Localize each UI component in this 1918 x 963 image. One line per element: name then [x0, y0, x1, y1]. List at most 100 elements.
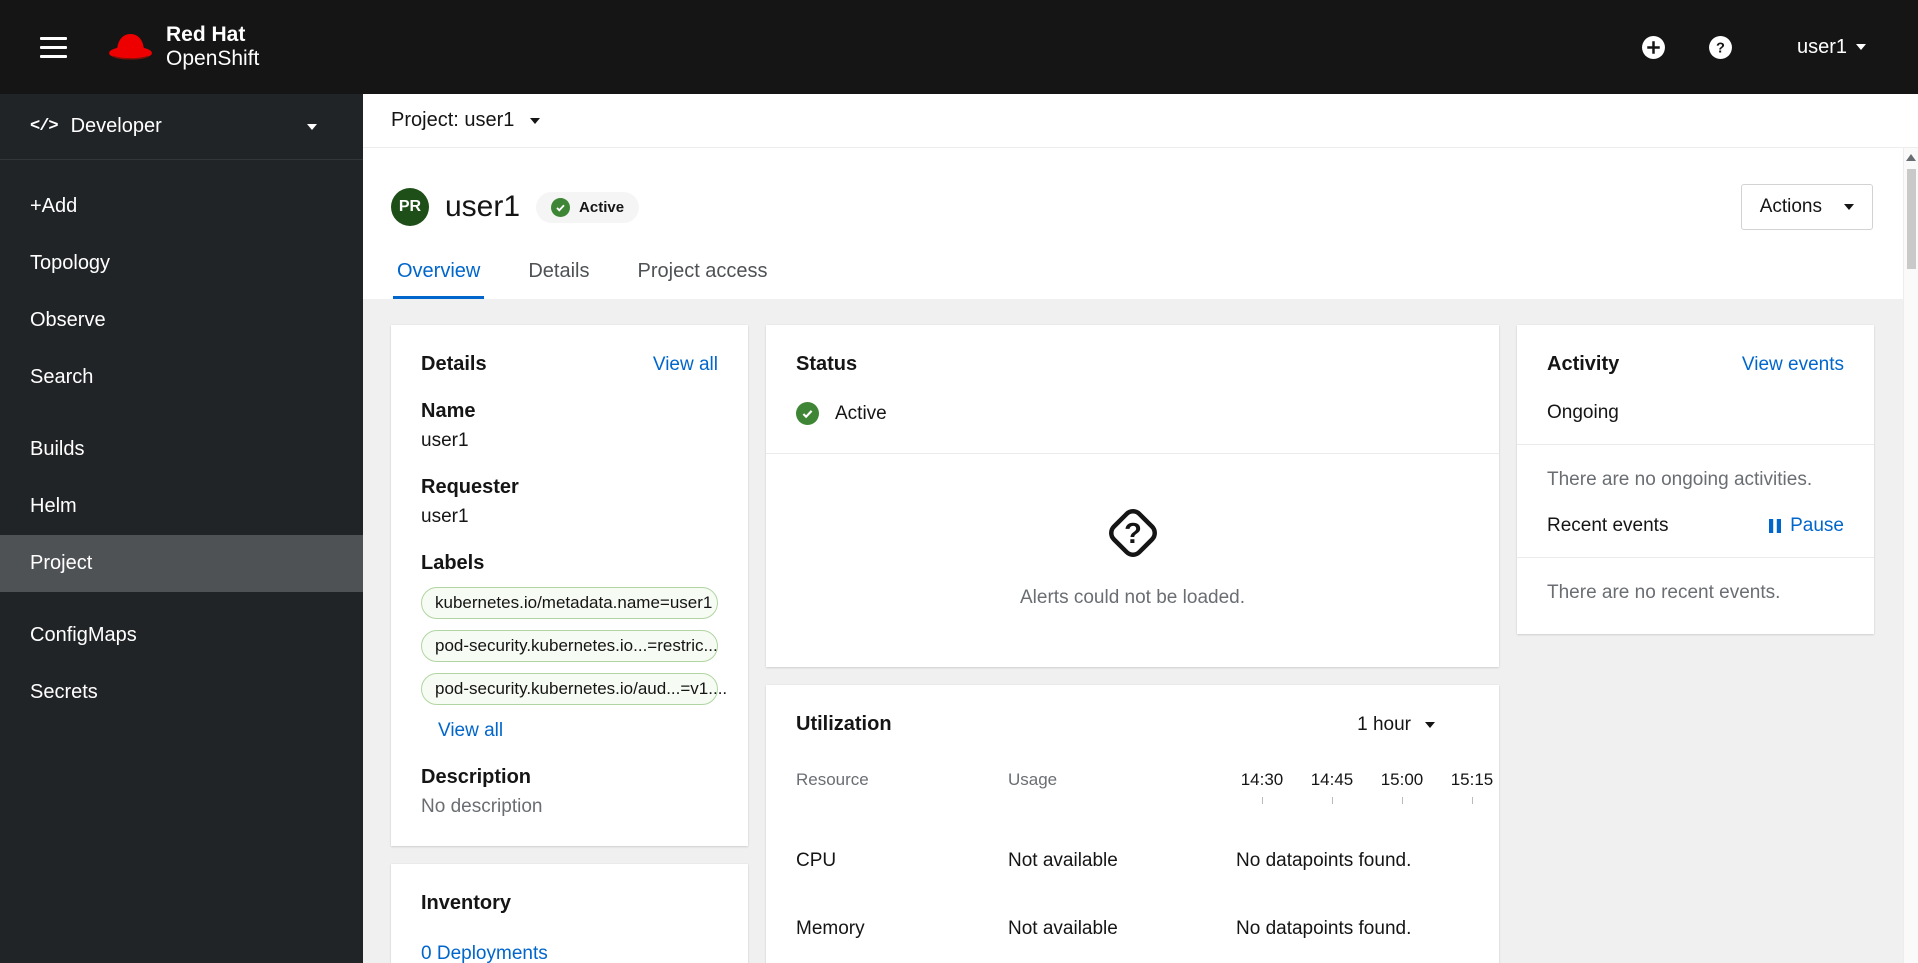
- utilization-row-memory: Memory Not available No datapoints found…: [796, 918, 1469, 940]
- status-badge: Active: [536, 191, 640, 223]
- caret-down-icon: [307, 123, 317, 130]
- actions-dropdown[interactable]: Actions: [1740, 184, 1873, 230]
- caret-down-icon: [530, 117, 541, 124]
- alerts-empty-state: ? Alerts could not be loaded.: [766, 454, 1499, 667]
- masthead-utilities: ? user1: [1641, 35, 1866, 60]
- perspective-switcher[interactable]: </> Developer: [0, 94, 363, 160]
- time-tick: 15:00: [1376, 770, 1428, 804]
- overview-content: Details View all Name user1 Requester us…: [363, 299, 1903, 963]
- caret-down-icon: [1425, 721, 1435, 728]
- time-tick: 14:45: [1306, 770, 1358, 804]
- column-right: Activity View events Ongoing There are n…: [1517, 325, 1874, 652]
- caret-down-icon: [1844, 204, 1854, 210]
- scrollbar[interactable]: [1903, 148, 1918, 963]
- column-middle: Status Active ? Alerts could not be load…: [766, 325, 1499, 963]
- ongoing-empty-message: There are no ongoing activities.: [1547, 469, 1813, 490]
- label-chip[interactable]: kubernetes.io/metadata.name=user1: [421, 587, 718, 619]
- quick-create-button[interactable]: [1641, 35, 1666, 60]
- utilization-row-cpu: CPU Not available No datapoints found.: [796, 850, 1469, 872]
- resource-datapoints: No datapoints found.: [1236, 850, 1412, 871]
- scroll-up-arrow-icon[interactable]: [1906, 154, 1916, 161]
- details-card-title: Details: [421, 353, 487, 375]
- labels-label: Labels: [421, 552, 485, 574]
- pause-button[interactable]: Pause: [1768, 515, 1844, 537]
- utilization-header-row: Resource Usage 14:30 14:45 15:00 15:15: [796, 770, 1493, 804]
- pause-icon: [1768, 518, 1782, 534]
- recent-events-row: Recent events Pause: [1517, 515, 1874, 537]
- resource-usage: Not available: [1008, 918, 1118, 939]
- resource-name: Memory: [796, 918, 865, 939]
- duration-dropdown-label: 1 hour: [1357, 713, 1411, 735]
- sidebar-item-configmaps[interactable]: ConfigMaps: [0, 607, 363, 664]
- sidebar-nav: +Add Topology Observe Search Builds Helm…: [0, 160, 363, 721]
- menu-toggle-icon[interactable]: [34, 31, 73, 64]
- view-events-link[interactable]: View events: [1742, 354, 1844, 376]
- status-card: Status Active ? Alerts could not be load…: [766, 325, 1499, 667]
- description-value: No description: [421, 796, 543, 817]
- utilization-card: Utilization 1 hour Resource Usage 14:30 …: [766, 685, 1499, 963]
- unknown-status-icon: ?: [1102, 502, 1164, 569]
- time-tick: 15:15: [1446, 770, 1498, 804]
- nav-group-developer: +Add Topology Observe Search: [0, 178, 363, 406]
- resource-usage: Not available: [1008, 850, 1118, 871]
- sidebar-item-builds[interactable]: Builds: [0, 421, 363, 478]
- deployments-link[interactable]: 0 Deployments: [421, 943, 548, 963]
- tab-details[interactable]: Details: [524, 260, 593, 299]
- activity-card: Activity View events Ongoing There are n…: [1517, 325, 1874, 634]
- tab-overview[interactable]: Overview: [393, 260, 484, 299]
- tab-bar: Overview Details Project access: [363, 230, 1903, 299]
- recent-empty-message: There are no recent events.: [1547, 582, 1781, 603]
- sidebar-item-search[interactable]: Search: [0, 349, 363, 406]
- check-circle-icon: [551, 197, 571, 217]
- alerts-empty-message: Alerts could not be loaded.: [1020, 587, 1245, 608]
- label-chip[interactable]: pod-security.kubernetes.io...=restric...: [421, 630, 718, 662]
- question-circle-icon: ?: [1708, 35, 1733, 60]
- caret-down-icon: [1856, 44, 1866, 50]
- project-selector-label: Project: user1: [391, 109, 515, 131]
- user-menu-label: user1: [1796, 35, 1847, 58]
- activity-card-title: Activity: [1547, 353, 1620, 375]
- sidebar-item-secrets[interactable]: Secrets: [0, 664, 363, 721]
- brand-line2: OpenShift: [166, 47, 260, 70]
- duration-dropdown[interactable]: 1 hour: [1357, 714, 1435, 736]
- help-button[interactable]: ?: [1708, 35, 1733, 60]
- project-resource-badge: PR: [391, 188, 429, 226]
- page-scroll-area: PR user1 Active Actions Overview Details…: [363, 148, 1918, 963]
- sidebar-item-topology[interactable]: Topology: [0, 235, 363, 292]
- time-tick: 14:30: [1236, 770, 1288, 804]
- ongoing-section-label: Ongoing: [1547, 402, 1619, 423]
- sidebar-item-add[interactable]: +Add: [0, 178, 363, 235]
- status-active-label: Active: [835, 402, 887, 424]
- check-circle-icon: [796, 402, 819, 425]
- nav-group-resources: Builds Helm Project: [0, 421, 363, 592]
- status-active-row: Active: [766, 376, 1499, 425]
- name-value: user1: [421, 430, 469, 451]
- recent-events-label: Recent events: [1547, 515, 1669, 536]
- status-card-title: Status: [796, 353, 858, 375]
- sidebar-item-project[interactable]: Project: [0, 535, 363, 592]
- label-chips: kubernetes.io/metadata.name=user1 pod-se…: [421, 587, 727, 705]
- name-label: Name: [421, 400, 476, 422]
- sidebar-item-observe[interactable]: Observe: [0, 292, 363, 349]
- openshift-console: Red Hat OpenShift ? user1 </> Developer …: [0, 0, 1918, 963]
- labels-view-all-link[interactable]: View all: [438, 720, 503, 742]
- masthead: Red Hat OpenShift ? user1: [0, 0, 1918, 94]
- main: Project: user1 PR user1 Active Actions O…: [363, 94, 1918, 963]
- details-view-all-link[interactable]: View all: [653, 354, 718, 376]
- brand-text: Red Hat OpenShift: [166, 23, 259, 71]
- user-menu[interactable]: user1: [1797, 36, 1866, 59]
- project-selector[interactable]: Project: user1: [391, 109, 541, 132]
- project-bar: Project: user1: [363, 94, 1918, 148]
- sidebar-item-helm[interactable]: Helm: [0, 478, 363, 535]
- scrollbar-thumb[interactable]: [1906, 169, 1916, 269]
- status-badge-label: Active: [579, 198, 625, 216]
- brand-line1: Red Hat: [166, 22, 246, 46]
- svg-text:?: ?: [1716, 40, 1725, 56]
- label-chip[interactable]: pod-security.kubernetes.io/aud...=v1....: [421, 673, 727, 705]
- resource-column-header: Resource: [796, 770, 869, 789]
- perspective-label: Developer: [70, 115, 162, 137]
- sidebar: </> Developer +Add Topology Observe Sear…: [0, 94, 363, 963]
- page-header: PR user1 Active Actions: [363, 148, 1903, 230]
- tab-project-access[interactable]: Project access: [634, 260, 772, 299]
- nav-group-config: ConfigMaps Secrets: [0, 607, 363, 721]
